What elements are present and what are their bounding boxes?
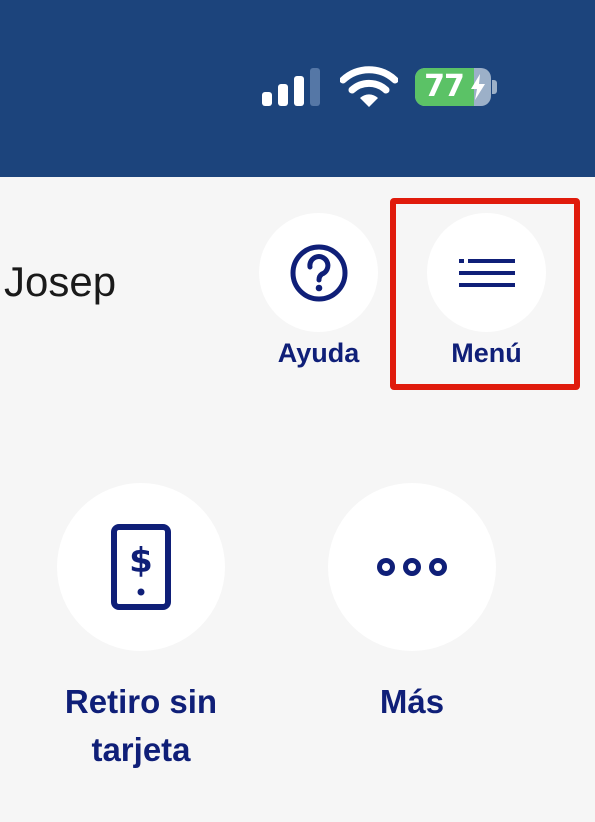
cardless-withdrawal-label[interactable]: Retiro sin tarjeta [30, 678, 252, 774]
help-button[interactable] [259, 213, 378, 332]
svg-text:$: $ [129, 541, 153, 581]
user-name: Josep [4, 258, 117, 305]
cardless-withdrawal-button[interactable]: $ [57, 483, 225, 651]
question-circle-icon [290, 244, 347, 301]
battery-percent: 77 [424, 69, 465, 104]
battery-nub [492, 80, 497, 94]
cardless-label-line1: Retiro sin [64, 683, 218, 720]
phone-dollar-icon: $ [111, 524, 171, 610]
wifi-icon [340, 66, 398, 107]
charging-bolt-icon [471, 74, 485, 100]
help-label[interactable]: Ayuda [259, 338, 378, 369]
battery-icon: 77 [415, 68, 491, 106]
status-bar: 77 [0, 0, 595, 177]
more-label[interactable]: Más [328, 678, 496, 726]
cardless-label-line2: tarjeta [91, 731, 191, 768]
more-dots-icon [377, 558, 447, 576]
signal-icon [262, 68, 322, 106]
menu-highlight-box [390, 198, 580, 390]
more-button[interactable] [328, 483, 496, 651]
